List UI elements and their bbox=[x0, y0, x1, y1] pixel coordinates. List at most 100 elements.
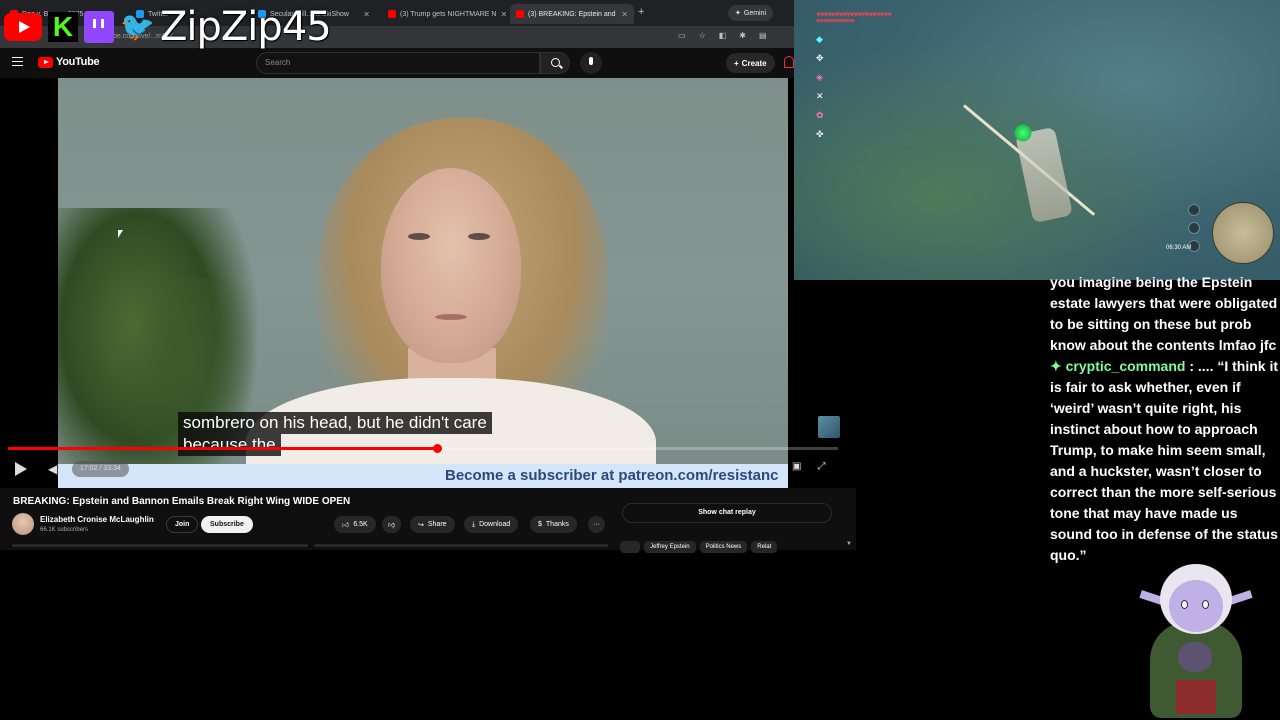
tab-trump-nightmare[interactable]: (3) Trump gets NIGHTMARE N ✕ bbox=[382, 4, 506, 24]
youtube-logo-icon bbox=[38, 56, 53, 68]
share-label: Share bbox=[427, 521, 447, 528]
banner-text: Become a subscriber at patreon.com/resis… bbox=[445, 467, 779, 484]
thanks-button[interactable]: $ Thanks bbox=[530, 516, 577, 533]
game-target-marker-icon bbox=[1014, 124, 1032, 142]
ability-icon: ◈ bbox=[816, 72, 823, 82]
end-screen-thumbnail[interactable] bbox=[818, 416, 840, 438]
thumbs-down-icon: 👎︎ bbox=[388, 522, 396, 529]
chip[interactable]: Politics News bbox=[699, 541, 748, 553]
button-icon bbox=[1188, 204, 1200, 216]
plus-icon: + bbox=[734, 58, 739, 68]
tab-label: (3) BREAKING: Epstein and bbox=[528, 10, 616, 18]
channel-name[interactable]: Elizabeth Cronise McLaughlin bbox=[40, 515, 154, 524]
chat-badge-icon: ✦ bbox=[1050, 358, 1062, 374]
progress-bar[interactable] bbox=[8, 444, 838, 453]
menu-icon[interactable] bbox=[12, 57, 23, 66]
stream-branding: K 🐦 ZipZip45 bbox=[4, 4, 332, 50]
youtube-icon bbox=[4, 13, 42, 41]
patreon-banner: Become a subscriber at patreon.com/resis… bbox=[58, 464, 788, 488]
voice-search-button[interactable] bbox=[580, 52, 602, 74]
chip[interactable]: Relat bbox=[751, 541, 778, 553]
speaker-mouth bbox=[435, 314, 467, 320]
related-chips: Jeffrey Epstein Politics News Relat bbox=[620, 541, 778, 553]
sidebar-icon[interactable]: ▤ bbox=[759, 31, 767, 40]
youtube-favicon-icon bbox=[388, 10, 396, 18]
youtube-logo-text: YouTube bbox=[56, 56, 100, 68]
streamer-name: ZipZip45 bbox=[160, 4, 332, 50]
chat-message-text: : .... “I think it is fair to ask whethe… bbox=[1050, 358, 1279, 563]
game-ability-icons: ◆ ✥ ◈ ✕ ✿ ✜ bbox=[816, 34, 824, 140]
game-minimap bbox=[1212, 202, 1274, 264]
ability-icon: ✕ bbox=[816, 91, 824, 101]
thanks-label: Thanks bbox=[545, 521, 569, 528]
game-capture: ♥♥♥♥♥♥♥♥♥♥♥♥♥♥♥♥♥♥♥♥ ♥♥♥♥♥♥♥♥♥♥♥♥ ◆ ✥ ◈ … bbox=[794, 0, 1280, 280]
create-label: Create bbox=[741, 58, 767, 68]
notifications-bell-icon[interactable] bbox=[784, 56, 794, 68]
mascot-eye bbox=[1202, 600, 1209, 609]
join-button[interactable]: Join bbox=[166, 516, 199, 533]
search-input[interactable]: Search bbox=[256, 52, 540, 74]
mascot-eye bbox=[1181, 600, 1188, 609]
like-count: 6.5K bbox=[353, 521, 368, 528]
mascot-legs bbox=[1176, 680, 1216, 714]
comments-box-edge bbox=[314, 544, 608, 547]
kick-icon: K bbox=[48, 12, 78, 42]
chip[interactable]: Jeffrey Epstein bbox=[644, 541, 696, 553]
chip-all[interactable] bbox=[620, 541, 640, 553]
plant-image bbox=[118, 278, 258, 488]
caption-line: sombrero on his head, but he didn't care bbox=[178, 412, 492, 434]
mouse-cursor-icon bbox=[118, 230, 123, 238]
tab-breaking-epstein[interactable]: (3) BREAKING: Epstein and ✕ bbox=[510, 4, 634, 24]
extension-icon[interactable]: ◧ bbox=[719, 31, 727, 40]
gemini-label: Gemini bbox=[743, 9, 767, 17]
play-icon[interactable] bbox=[15, 462, 27, 476]
twitter-icon: 🐦 bbox=[120, 11, 155, 42]
create-button[interactable]: + Create bbox=[726, 53, 775, 73]
button-icon bbox=[1188, 222, 1200, 234]
twitch-icon bbox=[84, 11, 114, 43]
ability-icon: ✥ bbox=[816, 53, 824, 63]
game-clock: 06:30 AM bbox=[1166, 245, 1192, 251]
dislike-button[interactable]: 👎︎ bbox=[382, 516, 402, 533]
speaker-eye bbox=[468, 233, 490, 240]
cast-icon[interactable]: ▭ bbox=[678, 31, 686, 40]
more-actions-button[interactable]: ··· bbox=[588, 516, 605, 533]
star-icon[interactable]: ☆ bbox=[699, 31, 706, 40]
mascot-cat bbox=[1178, 642, 1212, 672]
download-button[interactable]: ⤓ Download bbox=[464, 516, 519, 533]
like-button[interactable]: 👍︎ 6.5K bbox=[334, 516, 376, 533]
search-button[interactable] bbox=[540, 52, 570, 74]
close-icon[interactable]: ✕ bbox=[363, 10, 370, 19]
close-icon[interactable]: ✕ bbox=[500, 10, 506, 19]
puzzle-icon[interactable]: ✱ bbox=[739, 31, 746, 40]
chat-overlay: you imagine being the Epstein estate law… bbox=[1050, 272, 1280, 566]
video-title: BREAKING: Epstein and Bannon Emails Brea… bbox=[13, 496, 351, 507]
new-tab-button[interactable]: + bbox=[638, 6, 644, 18]
close-icon[interactable]: ✕ bbox=[621, 10, 628, 19]
description-box-edge bbox=[12, 544, 308, 547]
channel-avatar[interactable] bbox=[12, 513, 34, 535]
chevron-down-icon[interactable]: ▼ bbox=[846, 541, 852, 547]
caption-line: because the bbox=[178, 434, 281, 456]
share-button[interactable]: ↪ Share bbox=[410, 516, 455, 533]
speaker-face bbox=[381, 168, 521, 363]
streamer-mascot-image bbox=[1136, 560, 1256, 720]
download-label: Download bbox=[479, 521, 511, 528]
fullscreen-icon[interactable]: ⤢ bbox=[817, 461, 825, 472]
subscribe-button[interactable]: Subscribe bbox=[201, 516, 253, 533]
chat-username: cryptic_command bbox=[1065, 358, 1186, 374]
tab-label: (3) Trump gets NIGHTMARE N bbox=[400, 10, 497, 18]
youtube-logo[interactable]: YouTube bbox=[38, 56, 100, 68]
chat-message: ✦ cryptic_command : .... “I think it is … bbox=[1050, 356, 1280, 566]
video-info: BREAKING: Epstein and Bannon Emails Brea… bbox=[0, 488, 856, 553]
mascot-face bbox=[1169, 580, 1223, 632]
gemini-button[interactable]: ✦ Gemini bbox=[728, 5, 774, 21]
player-controls-right: ▣ ⤢ bbox=[792, 461, 825, 472]
toolbar-icons: ▭ ☆ ◧ ✱ ▤ bbox=[678, 31, 767, 40]
subtitles-icon[interactable]: ▣ bbox=[792, 461, 801, 472]
chat-message: you imagine being the Epstein estate law… bbox=[1050, 274, 1278, 353]
video-player[interactable]: sombrero on his head, but he didn't care… bbox=[0, 78, 846, 488]
hearts-meter-row2: ♥♥♥♥♥♥♥♥♥♥♥♥ bbox=[816, 18, 855, 25]
volume-icon[interactable]: ◀) bbox=[48, 462, 62, 476]
show-chat-replay-button[interactable]: Show chat replay bbox=[622, 503, 832, 523]
